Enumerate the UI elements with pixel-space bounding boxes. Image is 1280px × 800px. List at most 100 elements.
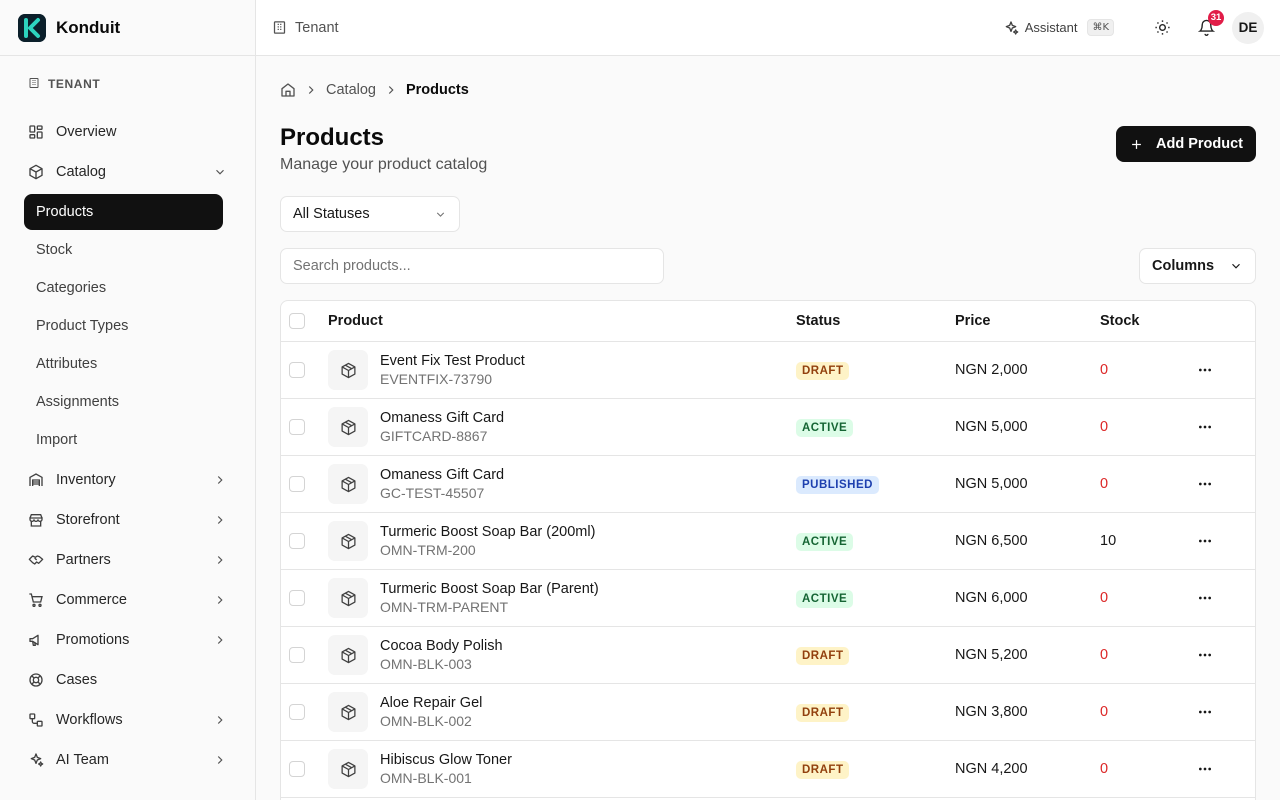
assistant-button[interactable]: Assistant ⌘K [1003, 19, 1114, 36]
product-info: Omaness Gift Card GC-TEST-45507 [380, 467, 504, 501]
chevron-right-icon [213, 513, 227, 527]
row-checkbox[interactable] [289, 362, 305, 378]
search-input[interactable] [280, 248, 664, 284]
table-row[interactable]: Cocoa Body Polish OMN-BLK-003 DRAFT NGN 5,2… [281, 627, 1255, 684]
select-all-checkbox[interactable] [289, 313, 305, 329]
brand[interactable]: Konduit [0, 0, 255, 56]
table-row[interactable]: Omaness Gift Card GIFTCARD-8867 ACTIVE NGN … [281, 399, 1255, 456]
product-info: Event Fix Test Product EVENTFIX-73790 [380, 353, 525, 387]
row-actions-button[interactable] [1185, 419, 1225, 435]
product-cell: Turmeric Boost Soap Bar (Parent) OMN-TRM-… [328, 578, 796, 618]
breadcrumb-catalog[interactable]: Catalog [326, 82, 376, 98]
price-cell: NGN 4,200 [955, 761, 1028, 777]
sun-icon [1154, 19, 1171, 36]
row-actions-button[interactable] [1185, 476, 1225, 492]
status-cell: ACTIVE [796, 589, 955, 608]
table-row[interactable]: Hibiscus Glow Toner OMN-BLK-001 DRAFT NGN 4… [281, 741, 1255, 798]
row-actions-button[interactable] [1185, 533, 1225, 549]
stock-cell: 0 [1100, 590, 1109, 606]
sidebar-subitem-categories[interactable]: Categories [24, 270, 223, 306]
product-name[interactable]: Omaness Gift Card [380, 410, 504, 426]
package-icon [328, 578, 368, 618]
row-checkbox[interactable] [289, 476, 305, 492]
row-actions-button[interactable] [1185, 362, 1225, 378]
plus-icon [1129, 137, 1144, 152]
status-filter-select[interactable]: All Statuses [280, 196, 460, 232]
product-cell: Omaness Gift Card GC-TEST-45507 [328, 464, 796, 504]
sidebar-item-ai-team[interactable]: AI Team [16, 740, 239, 780]
row-checkbox[interactable] [289, 419, 305, 435]
catalog-submenu: Products Stock Categories Product Types … [0, 194, 255, 458]
sidebar-item-workflows[interactable]: Workflows [16, 700, 239, 740]
product-name[interactable]: Turmeric Boost Soap Bar (200ml) [380, 524, 595, 540]
sidebar-item-storefront[interactable]: Storefront [16, 500, 239, 540]
sidebar-item-catalog[interactable]: Catalog [16, 152, 239, 192]
row-actions-button[interactable] [1185, 590, 1225, 606]
product-name[interactable]: Event Fix Test Product [380, 353, 525, 369]
product-name[interactable]: Cocoa Body Polish [380, 638, 503, 654]
row-check-cell [281, 419, 328, 435]
sidebar-subitem-stock[interactable]: Stock [24, 232, 223, 268]
tenant-switcher[interactable]: Tenant [256, 20, 339, 36]
sidebar-nav: Overview Catalog [0, 112, 255, 192]
table-row[interactable]: Turmeric Boost Soap Bar (200ml) OMN-TRM-2… [281, 513, 1255, 570]
add-product-button[interactable]: Add Product [1116, 126, 1256, 162]
header-status[interactable]: Status [796, 313, 955, 329]
product-cell: Turmeric Boost Soap Bar (200ml) OMN-TRM-2… [328, 521, 796, 561]
product-name[interactable]: Hibiscus Glow Toner [380, 752, 512, 768]
sidebar-subitem-import[interactable]: Import [24, 422, 223, 458]
row-checkbox[interactable] [289, 590, 305, 606]
sidebar-item-partners[interactable]: Partners [16, 540, 239, 580]
sidebar-subitem-products[interactable]: Products [24, 194, 223, 230]
table-row[interactable]: Aloe Repair Gel OMN-BLK-002 DRAFT NGN 3,800… [281, 684, 1255, 741]
chevron-right-icon [213, 553, 227, 567]
price-cell: NGN 2,000 [955, 362, 1028, 378]
product-sku: EVENTFIX-73790 [380, 371, 493, 387]
product-info: Cocoa Body Polish OMN-BLK-003 [380, 638, 503, 672]
more-horizontal-icon [1197, 647, 1213, 663]
row-actions-button[interactable] [1185, 761, 1225, 777]
product-name[interactable]: Aloe Repair Gel [380, 695, 482, 711]
price-cell: NGN 5,000 [955, 476, 1028, 492]
stock-cell: 0 [1100, 419, 1109, 435]
header-stock[interactable]: Stock [1100, 313, 1185, 329]
table-row[interactable]: Omaness Gift Card GC-TEST-45507 PUBLISHED N… [281, 456, 1255, 513]
sidebar-subitem-attributes[interactable]: Attributes [24, 346, 223, 382]
row-checkbox[interactable] [289, 533, 305, 549]
sidebar-item-inventory[interactable]: Inventory [16, 460, 239, 500]
notifications-button[interactable]: 31 [1190, 9, 1224, 44]
price-cell: NGN 6,000 [955, 590, 1028, 606]
sidebar-item-label: Storefront [56, 512, 120, 528]
row-checkbox[interactable] [289, 647, 305, 663]
avatar[interactable]: DE [1232, 11, 1264, 44]
table-row[interactable]: Event Fix Test Product EVENTFIX-73790 DRAF… [281, 342, 1255, 399]
home-icon[interactable] [280, 82, 296, 98]
package-icon [328, 521, 368, 561]
sidebar-item-label: Partners [56, 552, 111, 568]
columns-button[interactable]: Columns [1139, 248, 1256, 284]
main-content: Catalog Products Products Manage your pr… [280, 56, 1256, 800]
row-actions-button[interactable] [1185, 704, 1225, 720]
theme-toggle-button[interactable] [1146, 12, 1178, 44]
row-checkbox[interactable] [289, 761, 305, 777]
row-actions-button[interactable] [1185, 647, 1225, 663]
sidebar-item-overview[interactable]: Overview [16, 112, 239, 152]
select-all-cell [281, 313, 328, 329]
row-check-cell [281, 590, 328, 606]
header-price[interactable]: Price [955, 313, 1100, 329]
chevron-right-icon [213, 593, 227, 607]
product-name[interactable]: Turmeric Boost Soap Bar (Parent) [380, 581, 599, 597]
sidebar-item-promotions[interactable]: Promotions [16, 620, 239, 660]
more-horizontal-icon [1197, 533, 1213, 549]
product-name[interactable]: Omaness Gift Card [380, 467, 504, 483]
sidebar-item-cases[interactable]: Cases [16, 660, 239, 700]
sidebar-subitem-product-types[interactable]: Product Types [24, 308, 223, 344]
columns-label: Columns [1152, 258, 1215, 274]
sidebar-item-commerce[interactable]: Commerce [16, 580, 239, 620]
topbar: Tenant Assistant ⌘K 31 DE [256, 0, 1280, 56]
products-table: Product Status Price Stock Event Fix Tes… [280, 300, 1256, 800]
sidebar-subitem-assignments[interactable]: Assignments [24, 384, 223, 420]
row-checkbox[interactable] [289, 704, 305, 720]
header-product[interactable]: Product [328, 313, 796, 329]
table-row[interactable]: Turmeric Boost Soap Bar (Parent) OMN-TRM-… [281, 570, 1255, 627]
